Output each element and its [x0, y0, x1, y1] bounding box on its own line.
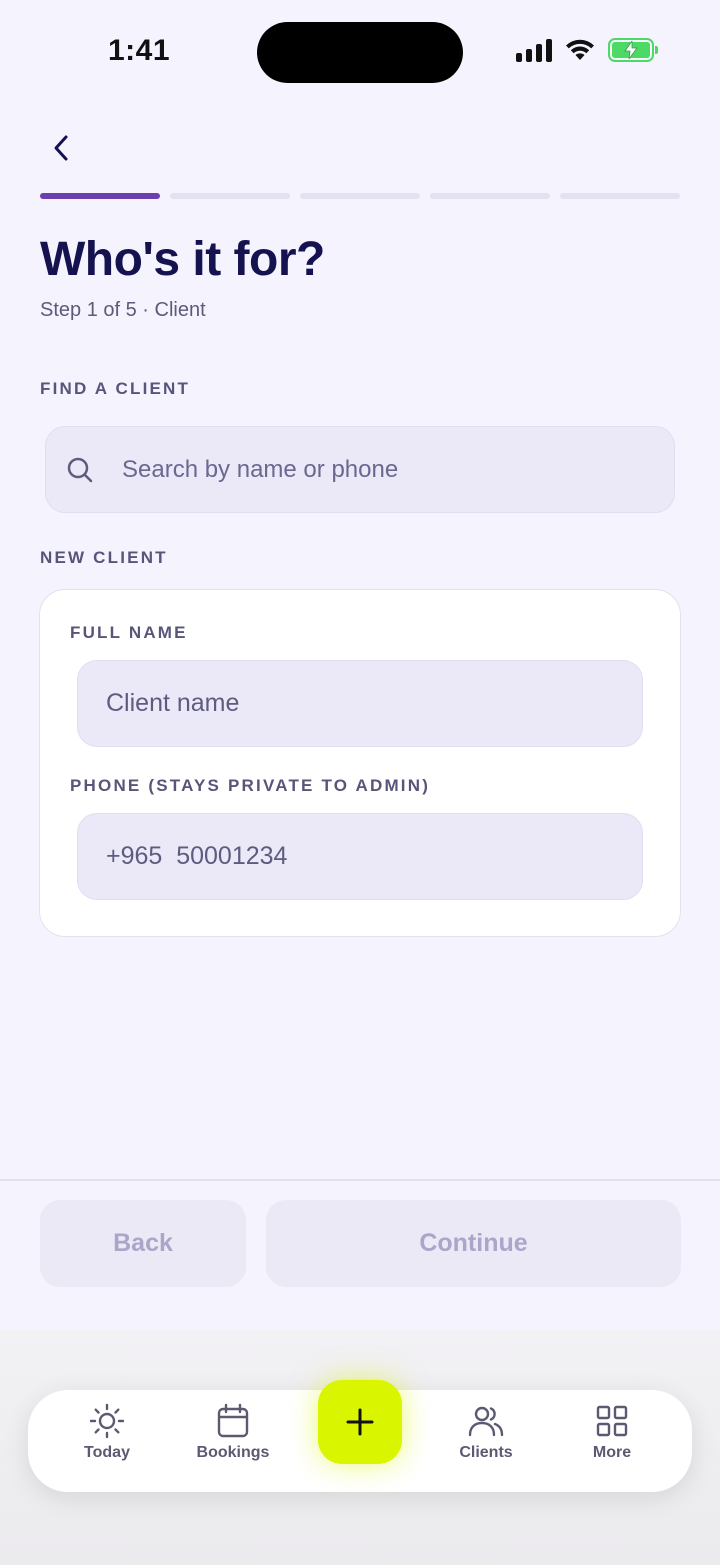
tab-clients[interactable]: Clients: [431, 1390, 541, 1492]
page-title: Who's it for?: [40, 233, 325, 286]
battery-charging-icon: [608, 38, 658, 62]
add-booking-fab[interactable]: [318, 1380, 402, 1464]
new-client-label: NEW CLIENT: [40, 548, 168, 567]
back-nav-button[interactable]: [44, 130, 78, 166]
phone-input[interactable]: [106, 842, 606, 871]
search-input[interactable]: [122, 455, 602, 484]
dynamic-island: [257, 22, 463, 83]
tab-more[interactable]: More: [557, 1390, 667, 1492]
full-name-field-wrapper[interactable]: [77, 660, 643, 747]
tab-label-today: Today: [84, 1444, 130, 1461]
wifi-icon: [566, 39, 594, 60]
sun-icon: [89, 1403, 125, 1439]
page-subtitle: Step 1 of 5 · Client: [40, 299, 206, 321]
tab-today[interactable]: Today: [52, 1390, 162, 1492]
full-name-label: FULL NAME: [70, 623, 188, 642]
users-icon: [468, 1406, 504, 1437]
tab-bookings[interactable]: Bookings: [178, 1390, 288, 1492]
step-progress-bar: [40, 193, 680, 199]
progress-segment-1: [40, 193, 160, 199]
footer-divider: [0, 1179, 720, 1181]
tab-label-bookings: Bookings: [196, 1444, 270, 1461]
full-name-input[interactable]: [106, 689, 606, 718]
calendar-icon: [217, 1403, 249, 1438]
continue-button[interactable]: Continue: [266, 1200, 681, 1287]
plus-icon: [346, 1408, 374, 1436]
tab-label-clients: Clients: [459, 1444, 513, 1461]
tab-label-more: More: [592, 1444, 632, 1461]
status-icons: [516, 38, 658, 62]
status-bar: 1:41: [0, 0, 720, 100]
back-button[interactable]: Back: [40, 1200, 246, 1287]
find-client-label: FIND A CLIENT: [40, 379, 191, 398]
phone-field-wrapper[interactable]: [77, 813, 643, 900]
progress-segment-2: [170, 193, 290, 199]
grid-icon: [596, 1405, 628, 1437]
status-time: 1:41: [108, 34, 171, 67]
cellular-signal-icon: [516, 38, 552, 62]
search-box[interactable]: [45, 426, 675, 513]
search-icon: [67, 457, 93, 482]
new-client-card: FULL NAME PHONE (STAYS PRIVATE TO ADMIN): [39, 589, 681, 937]
progress-segment-5: [560, 193, 680, 199]
phone-label: PHONE (STAYS PRIVATE TO ADMIN): [70, 776, 431, 795]
progress-segment-4: [430, 193, 550, 199]
chevron-left-icon: [54, 135, 68, 161]
progress-segment-3: [300, 193, 420, 199]
